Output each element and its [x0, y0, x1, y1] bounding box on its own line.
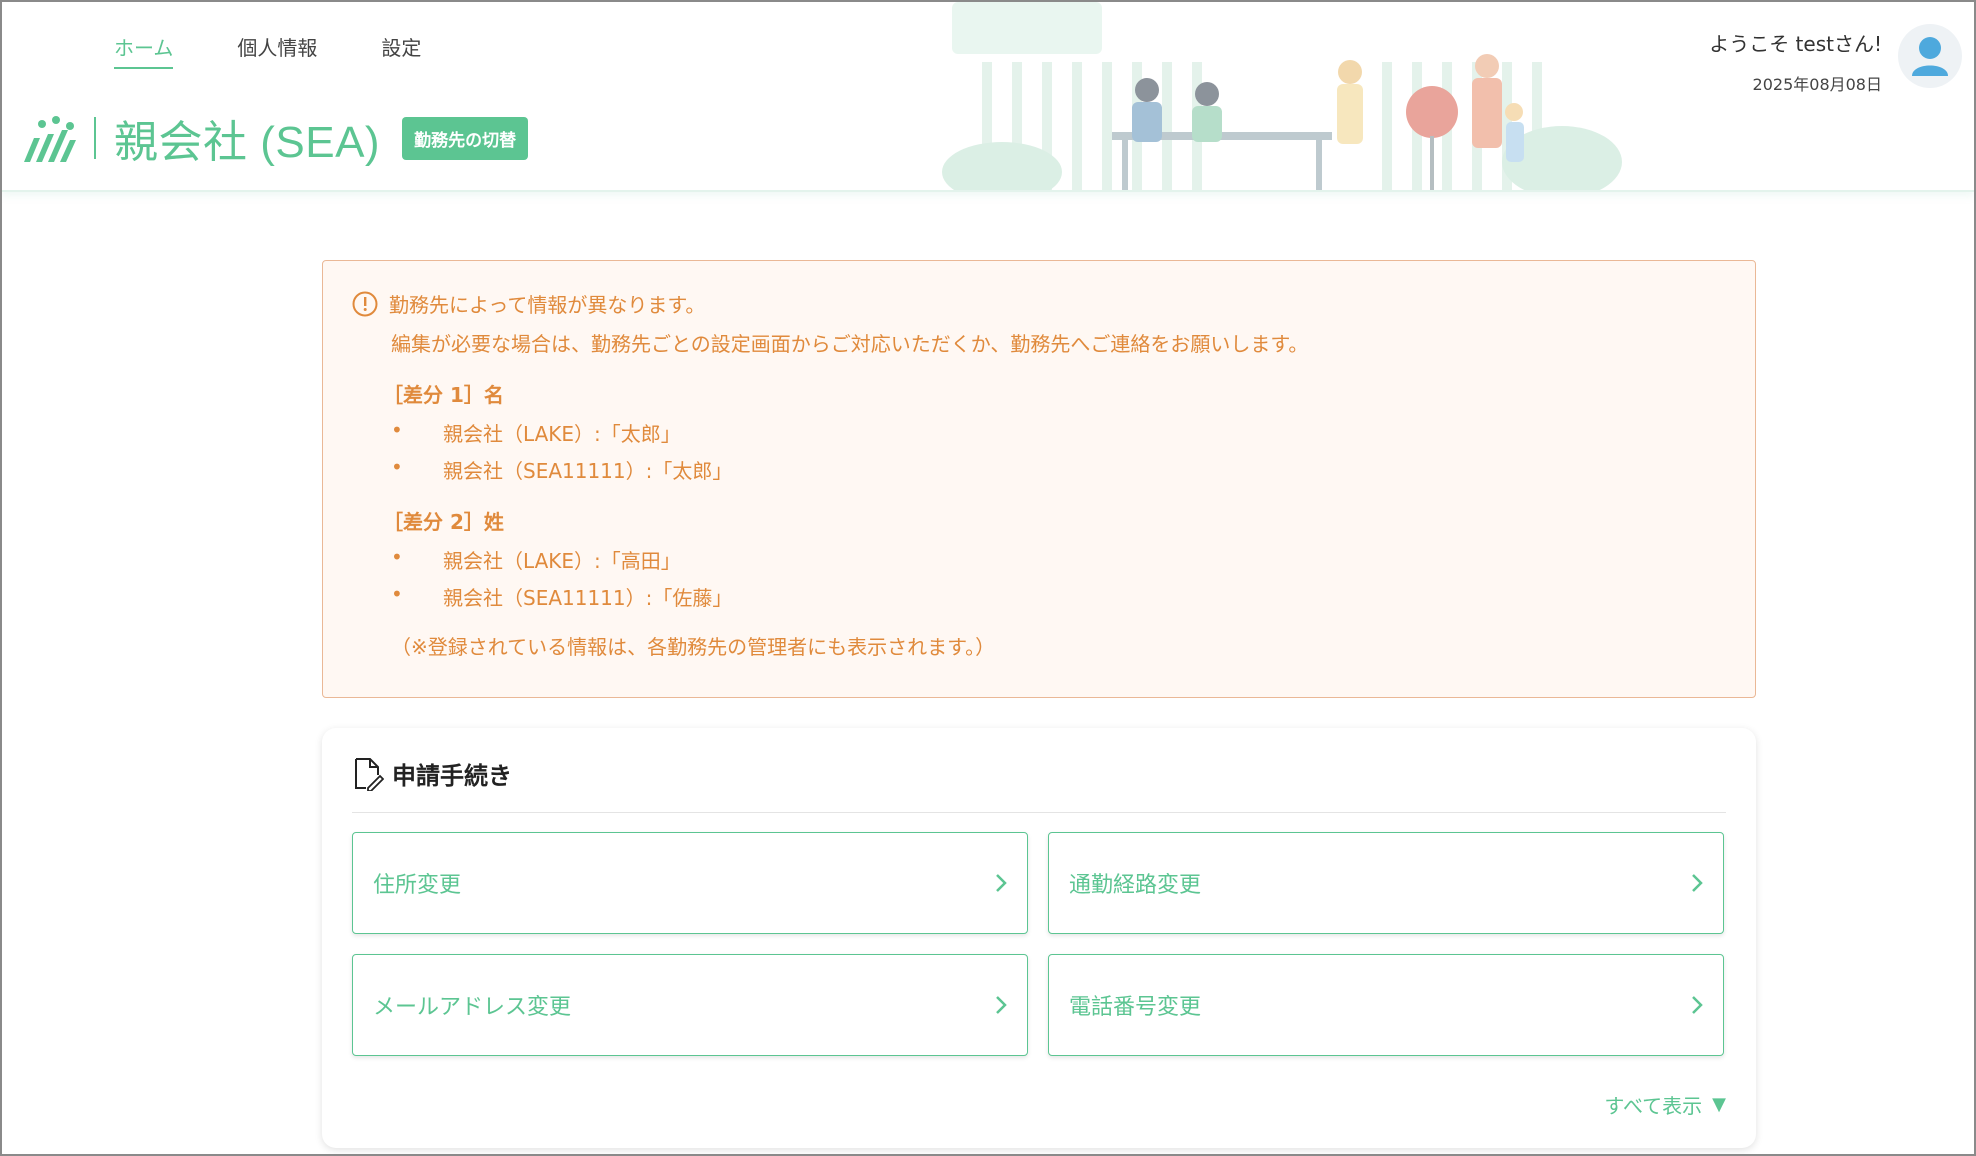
tile-label: メールアドレス変更 [373, 995, 572, 1020]
address-change-button[interactable]: 住所変更 [352, 832, 1028, 934]
procedures-title: 申請手続き [392, 762, 512, 790]
main-nav: ホーム 個人情報 設定 [114, 32, 485, 69]
email-change-button[interactable]: メールアドレス変更 [352, 954, 1028, 1056]
diff-2-title: ［差分 2］姓 [383, 510, 504, 534]
procedures-card: 申請手続き 住所変更 通勤経路変更 メールアドレス変更 電話番号変更 すべて表示… [322, 728, 1756, 1148]
user-icon [1912, 37, 1948, 76]
list-item: 親会社（LAKE）:「高田」 [391, 545, 1727, 574]
notice-line-2: 編集が必要な場合は、勤務先ごとの設定画面からご対応いただくか、勤務先へご連絡をお… [391, 332, 1309, 356]
nav-item-home[interactable]: ホーム [114, 32, 174, 69]
current-date: 2025年08月08日 [1752, 75, 1882, 94]
show-all-label: すべて表示 [1604, 1094, 1703, 1118]
bbq-party-illustration [942, 2, 1622, 190]
show-all-link[interactable]: すべて表示 ▼ [1604, 1090, 1726, 1119]
diff-1-title: ［差分 1］名 [383, 383, 504, 407]
exclamation-circle-icon [352, 291, 378, 316]
chevron-right-icon [996, 996, 1007, 1014]
brand: 親会社 (SEA) 勤務先の切替 [20, 106, 529, 170]
app-window: ホーム 個人情報 設定 親会社 (SEA) 勤務先の切替 ようこそ testさん… [0, 0, 1976, 1156]
list-item: 親会社（LAKE）:「太郎」 [391, 418, 1727, 447]
tile-label: 住所変更 [373, 873, 462, 898]
welcome-text: ようこそ testさん! [1709, 32, 1882, 56]
brand-divider [94, 117, 96, 159]
card-divider [352, 812, 1726, 813]
chevron-right-icon [1692, 996, 1703, 1014]
company-name: 親会社 (SEA) [114, 118, 381, 167]
list-item: 親会社（SEA11111）:「佐藤」 [391, 582, 1727, 611]
switch-workplace-button[interactable]: 勤務先の切替 [402, 116, 529, 160]
company-logo-icon [24, 116, 76, 162]
document-edit-icon [355, 757, 384, 791]
diff-1-list: 親会社（LAKE）:「太郎」 親会社（SEA11111）:「太郎」 [391, 418, 1727, 484]
list-item: 親会社（SEA11111）:「太郎」 [391, 455, 1727, 484]
user-avatar[interactable] [1898, 24, 1962, 88]
header: ホーム 個人情報 設定 親会社 (SEA) 勤務先の切替 ようこそ testさん… [2, 2, 1974, 192]
notice-line-1: 勤務先によって情報が異なります。 [389, 293, 706, 317]
chevron-right-icon [996, 874, 1007, 892]
diff-2-list: 親会社（LAKE）:「高田」 親会社（SEA11111）:「佐藤」 [391, 545, 1727, 611]
nav-item-personal-info[interactable]: 個人情報 [237, 32, 317, 69]
nav-item-settings[interactable]: 設定 [381, 32, 421, 69]
phone-change-button[interactable]: 電話番号変更 [1048, 954, 1724, 1056]
notice-footnote: （※登録されている情報は、各勤務先の管理者にも表示されます。） [391, 635, 996, 659]
caret-down-icon: ▼ [1712, 1094, 1726, 1115]
welcome-block: ようこそ testさん! 2025年08月08日 [1709, 28, 1882, 95]
commute-route-change-button[interactable]: 通勤経路変更 [1048, 832, 1724, 934]
chevron-right-icon [1692, 874, 1703, 892]
tile-label: 通勤経路変更 [1069, 873, 1202, 898]
workplace-difference-notice: 勤務先によって情報が異なります。 編集が必要な場合は、勤務先ごとの設定画面からご… [322, 260, 1756, 698]
tile-label: 電話番号変更 [1069, 995, 1202, 1020]
